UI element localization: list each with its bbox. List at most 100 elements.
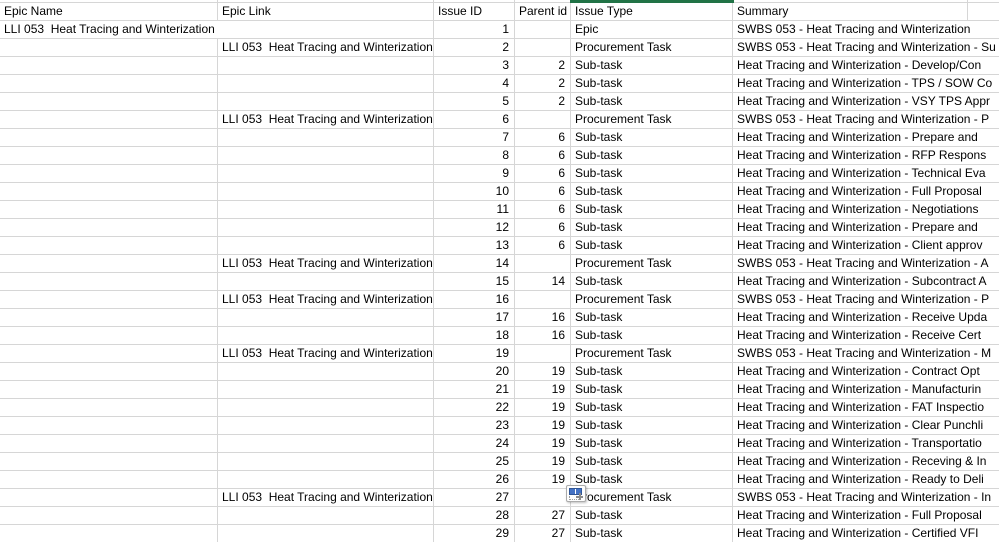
- cell-epic-name[interactable]: [0, 39, 218, 56]
- cell-epic-name[interactable]: [0, 453, 218, 470]
- cell-empty[interactable]: [968, 453, 999, 470]
- cell-issue-id[interactable]: 23: [434, 417, 515, 434]
- cell-epic-link[interactable]: [218, 75, 434, 92]
- cell-issue-id[interactable]: 21: [434, 381, 515, 398]
- cell-parent-id[interactable]: 6: [515, 201, 571, 218]
- cell-epic-name[interactable]: [0, 93, 218, 110]
- cell-parent-id[interactable]: 27: [515, 525, 571, 542]
- cell-epic-link[interactable]: [218, 183, 434, 200]
- cell-summary[interactable]: SWBS 053 - Heat Tracing and Winterizatio…: [733, 111, 989, 128]
- cell-summary[interactable]: SWBS 053 - Heat Tracing and Winterizatio…: [733, 489, 991, 506]
- cell-empty[interactable]: [968, 471, 999, 488]
- cell-issue-type[interactable]: Sub-task: [571, 309, 733, 326]
- cell-summary[interactable]: SWBS 053 - Heat Tracing and Winterizatio…: [733, 291, 989, 308]
- cell-epic-link[interactable]: LLI 053 Heat Tracing and Winterization: [218, 39, 434, 56]
- cell-summary[interactable]: Heat Tracing and Winterization - Ready t…: [733, 471, 984, 488]
- cell-summary[interactable]: Heat Tracing and Winterization - Technic…: [733, 165, 986, 182]
- cell-issue-id[interactable]: 26: [434, 471, 515, 488]
- cell-summary[interactable]: Heat Tracing and Winterization - RFP Res…: [733, 147, 986, 164]
- cell-summary[interactable]: SWBS 053 - Heat Tracing and Winterizatio…: [733, 21, 970, 38]
- insert-options-icon[interactable]: [566, 485, 586, 502]
- cell-epic-link[interactable]: [218, 273, 434, 290]
- cell-issue-type[interactable]: Procurement Task: [571, 111, 733, 128]
- header-issue-type[interactable]: Issue Type: [571, 3, 733, 20]
- cell-epic-name[interactable]: [0, 327, 218, 344]
- cell-issue-type[interactable]: Sub-task: [571, 327, 733, 344]
- header-epic-name[interactable]: Epic Name: [0, 3, 218, 20]
- cell-empty[interactable]: [968, 309, 999, 326]
- cell-empty[interactable]: [968, 381, 999, 398]
- cell-empty[interactable]: [968, 255, 999, 272]
- cell-summary[interactable]: Heat Tracing and Winterization - Contrac…: [733, 363, 980, 380]
- cell-epic-name[interactable]: [0, 147, 218, 164]
- cell-epic-link[interactable]: LLI 053 Heat Tracing and Winterization: [218, 345, 434, 362]
- cell-epic-name[interactable]: [0, 417, 218, 434]
- cell-epic-link[interactable]: [218, 435, 434, 452]
- cell-epic-name[interactable]: [0, 525, 218, 542]
- cell-issue-type[interactable]: Procurement Task: [571, 255, 733, 272]
- cell-issue-type[interactable]: Sub-task: [571, 201, 733, 218]
- cell-parent-id[interactable]: 19: [515, 363, 571, 380]
- cell-summary[interactable]: Heat Tracing and Winterization - Prepare…: [733, 219, 978, 236]
- cell-epic-link[interactable]: [218, 129, 434, 146]
- cell-issue-type[interactable]: Sub-task: [571, 417, 733, 434]
- cell-epic-name[interactable]: [0, 111, 218, 128]
- cell-parent-id[interactable]: [515, 291, 571, 308]
- cell-issue-id[interactable]: 12: [434, 219, 515, 236]
- cell-empty[interactable]: [968, 219, 999, 236]
- cell-epic-link[interactable]: [218, 327, 434, 344]
- cell-summary[interactable]: Heat Tracing and Winterization - Certifi…: [733, 525, 978, 542]
- cell-empty[interactable]: [968, 57, 999, 74]
- header-parent-id[interactable]: Parent id: [515, 3, 571, 20]
- cell-empty[interactable]: [968, 327, 999, 344]
- cell-empty[interactable]: [968, 345, 999, 362]
- cell-issue-type[interactable]: Procurement Task: [571, 345, 733, 362]
- cell-issue-id[interactable]: 4: [434, 75, 515, 92]
- cell-empty[interactable]: [968, 201, 999, 218]
- cell-parent-id[interactable]: [515, 39, 571, 56]
- cell-epic-name[interactable]: [0, 291, 218, 308]
- cell-summary[interactable]: SWBS 053 - Heat Tracing and Winterizatio…: [733, 255, 988, 272]
- cell-issue-type[interactable]: Procurement Task: [571, 489, 733, 506]
- cell-summary[interactable]: Heat Tracing and Winterization - VSY TPS…: [733, 93, 990, 110]
- cell-summary[interactable]: Heat Tracing and Winterization - FAT Ins…: [733, 399, 984, 416]
- cell-issue-type[interactable]: Sub-task: [571, 273, 733, 290]
- cell-parent-id[interactable]: 6: [515, 165, 571, 182]
- cell-epic-name[interactable]: [0, 201, 218, 218]
- cell-parent-id[interactable]: 6: [515, 147, 571, 164]
- cell-issue-id[interactable]: 28: [434, 507, 515, 524]
- cell-parent-id[interactable]: 19: [515, 417, 571, 434]
- cell-summary[interactable]: Heat Tracing and Winterization - Transpo…: [733, 435, 982, 452]
- cell-parent-id[interactable]: [515, 255, 571, 272]
- cell-issue-id[interactable]: 13: [434, 237, 515, 254]
- cell-issue-type[interactable]: Sub-task: [571, 129, 733, 146]
- cell-summary[interactable]: Heat Tracing and Winterization - Full Pr…: [733, 183, 982, 200]
- cell-issue-id[interactable]: 20: [434, 363, 515, 380]
- cell-parent-id[interactable]: [515, 21, 571, 38]
- cell-empty[interactable]: [968, 399, 999, 416]
- header-summary[interactable]: Summary: [733, 3, 968, 20]
- cell-empty[interactable]: [968, 147, 999, 164]
- cell-empty[interactable]: [968, 273, 999, 290]
- cell-issue-id[interactable]: 15: [434, 273, 515, 290]
- cell-epic-link[interactable]: [218, 201, 434, 218]
- cell-epic-link[interactable]: [218, 57, 434, 74]
- cell-summary[interactable]: Heat Tracing and Winterization - Develop…: [733, 57, 981, 74]
- cell-summary[interactable]: Heat Tracing and Winterization - Receive…: [733, 327, 981, 344]
- cell-issue-id[interactable]: 27: [434, 489, 515, 506]
- cell-summary[interactable]: Heat Tracing and Winterization - Subcont…: [733, 273, 986, 290]
- cell-empty[interactable]: [968, 111, 999, 128]
- cell-parent-id[interactable]: 27: [515, 507, 571, 524]
- cell-issue-type[interactable]: Sub-task: [571, 507, 733, 524]
- cell-epic-name[interactable]: [0, 255, 218, 272]
- cell-empty[interactable]: [968, 129, 999, 146]
- cell-issue-type[interactable]: Sub-task: [571, 453, 733, 470]
- cell-epic-name[interactable]: [0, 363, 218, 380]
- cell-epic-link[interactable]: [218, 399, 434, 416]
- cell-parent-id[interactable]: 6: [515, 219, 571, 236]
- cell-issue-id[interactable]: 29: [434, 525, 515, 542]
- cell-parent-id[interactable]: 2: [515, 75, 571, 92]
- cell-empty[interactable]: [968, 417, 999, 434]
- cell-epic-name[interactable]: LLI 053 Heat Tracing and Winterization: [0, 21, 218, 38]
- cell-issue-type[interactable]: Sub-task: [571, 57, 733, 74]
